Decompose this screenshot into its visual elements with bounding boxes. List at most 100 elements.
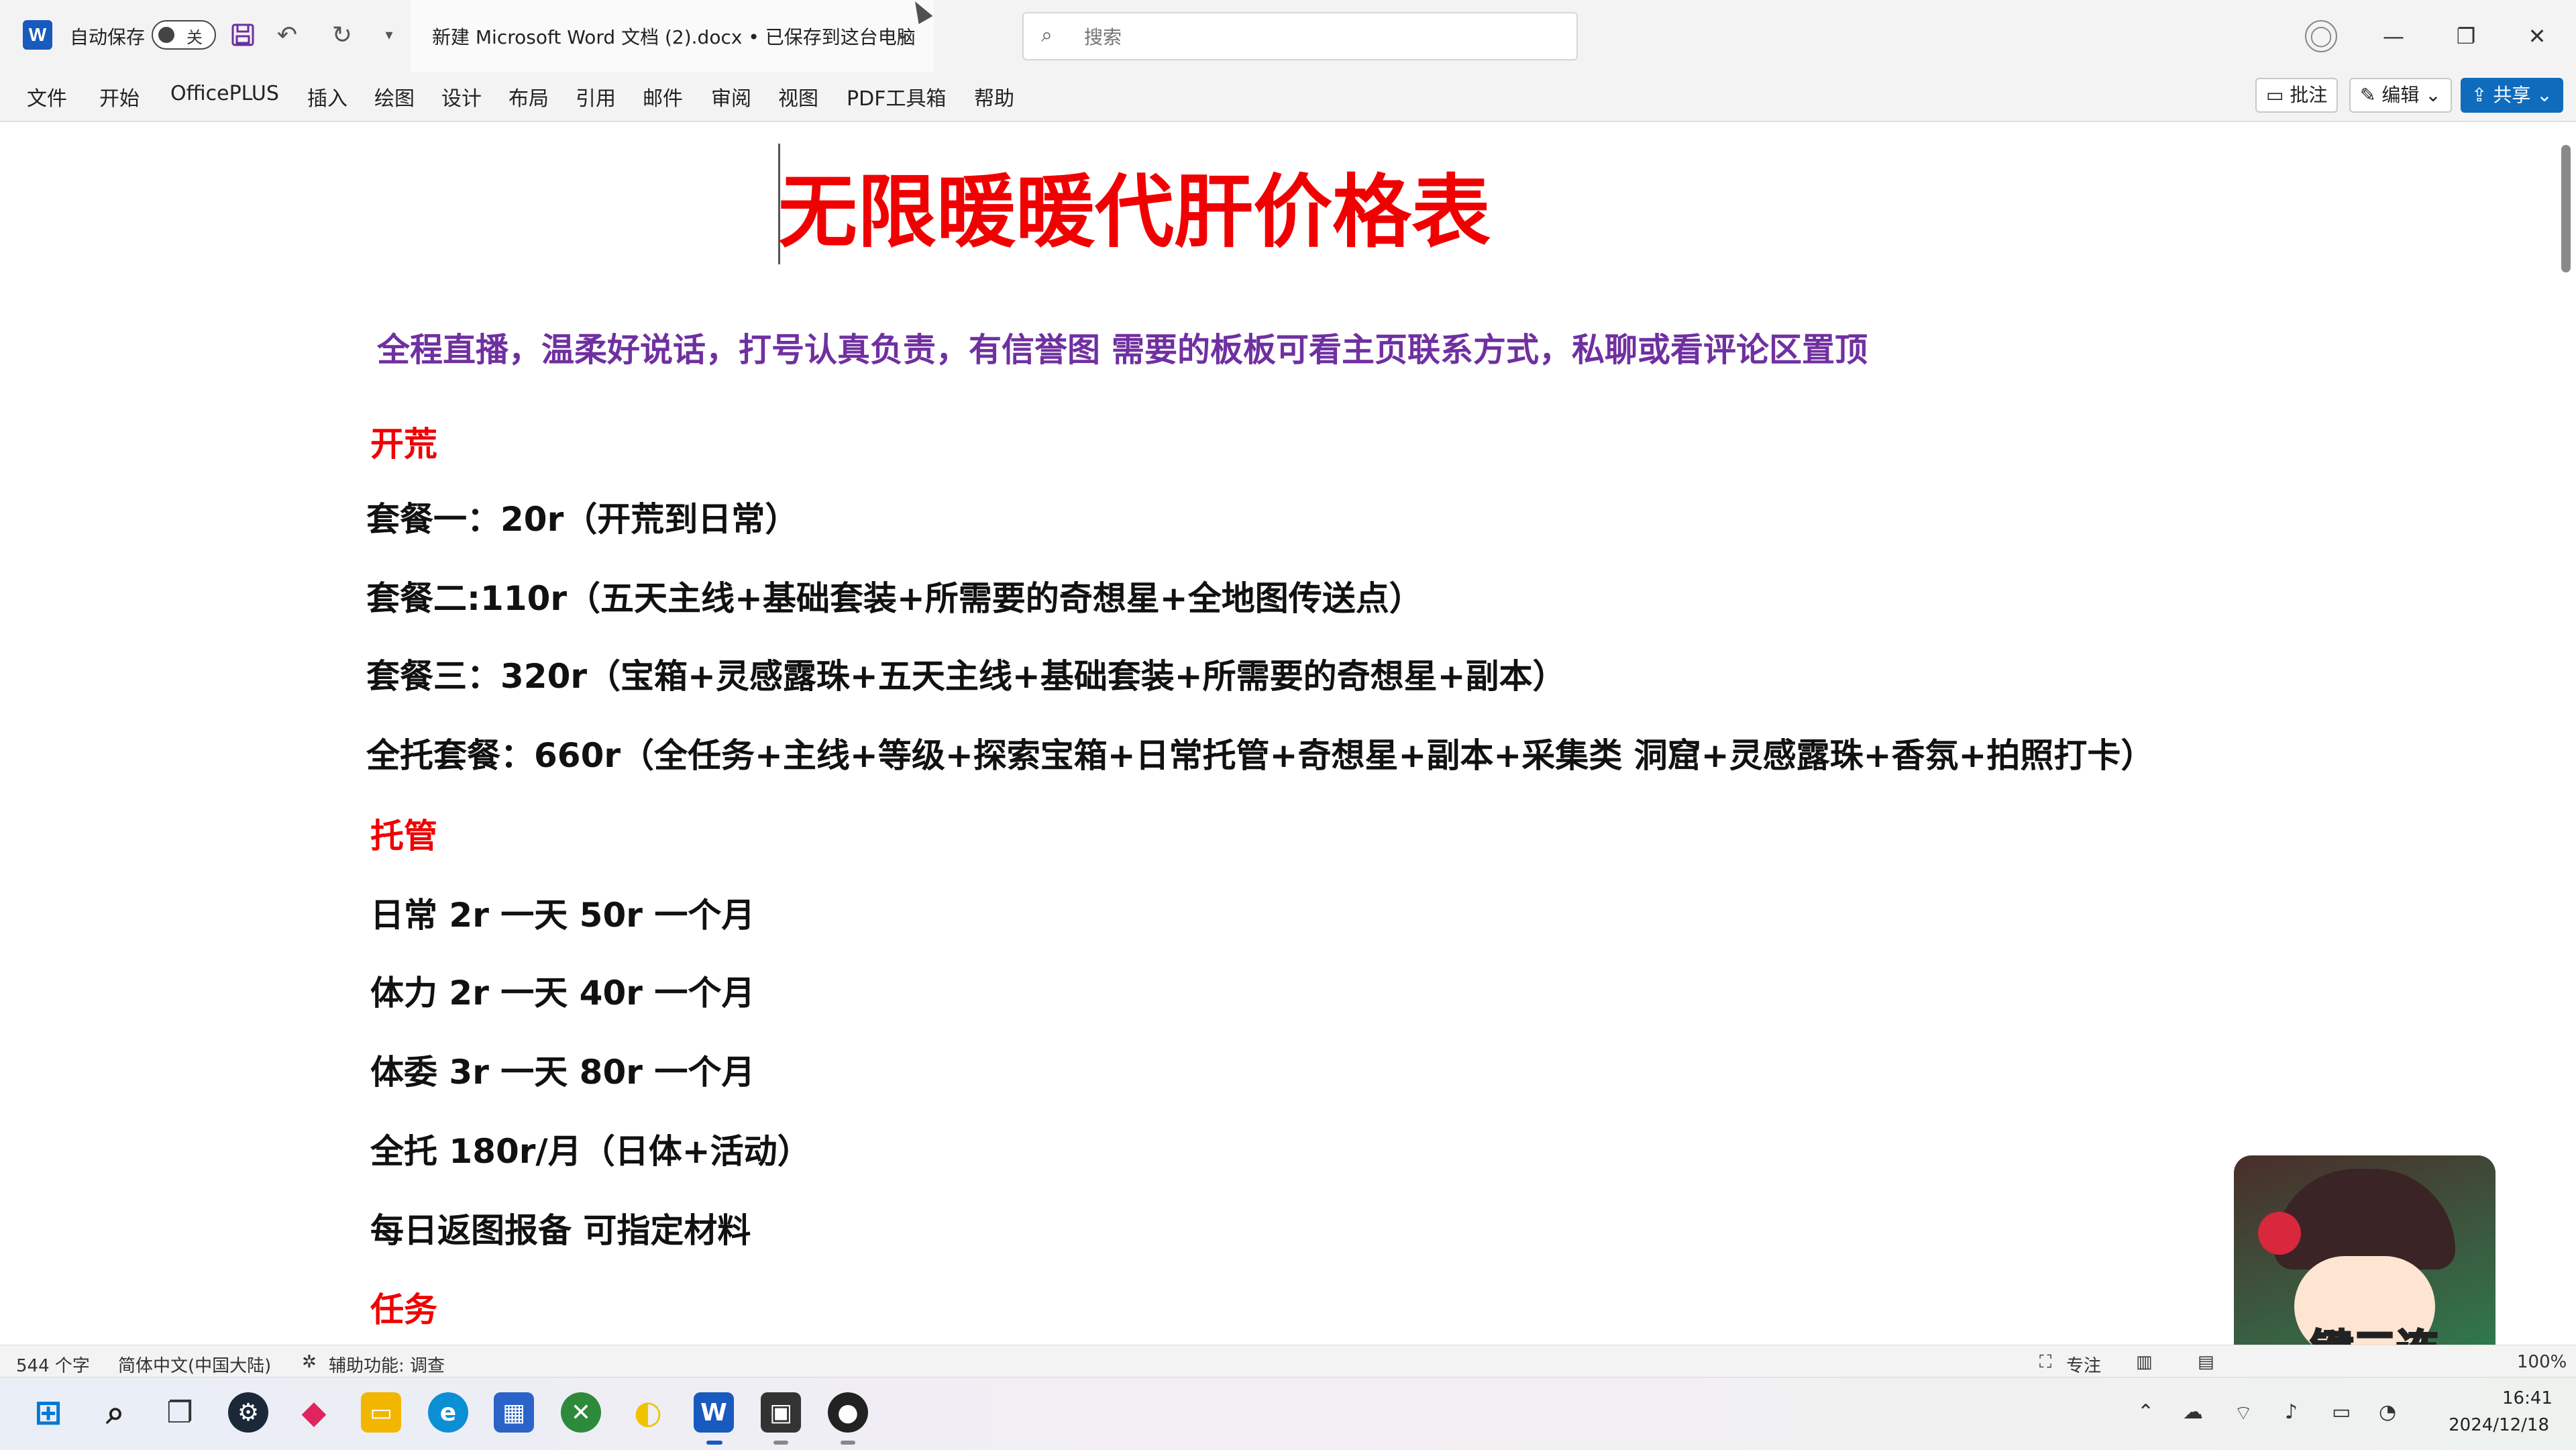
package-line: 套餐二:110r（五天主线+基础套装+所需要的奇想星+全地图传送点） [366, 579, 1423, 618]
language-indicator[interactable]: 简体中文(中国大陆) [118, 1352, 271, 1377]
word-count[interactable]: 544 个字 [16, 1352, 90, 1377]
package-line: 套餐一：20r（开荒到日常） [366, 500, 799, 539]
autosave-state: 关 [186, 28, 203, 47]
autosave-toggle[interactable]: 关 [152, 20, 216, 50]
comment-label: 批注 [2290, 84, 2328, 106]
clock-time[interactable]: 16:41 [2502, 1388, 2553, 1408]
ribbon-menu: 文件 开始 OfficePLUS 插入 绘图 设计 布局 引用 邮件 审阅 视图… [0, 72, 2576, 122]
microsoft-store-icon[interactable]: ▦ [494, 1392, 534, 1433]
active-indicator [706, 1441, 722, 1445]
taskbar: ⊞ ⌕ ❐ ⚙ ◆ ▭ e ▦ ✕ ◐ W ▣ ● ⌃ ☁ ⌔ ♪ ▭ ◔ 16… [0, 1377, 2576, 1450]
package-line: 套餐三：320r（宝箱+灵感露珠+五天主线+基础套装+所需要的奇想星+副本） [366, 657, 1566, 696]
network-icon[interactable]: ⌔ [2234, 1400, 2253, 1426]
document-title-tab[interactable]: 新建 Microsoft Word 文档 (2).docx • 已保存到这台电脑… [411, 0, 934, 72]
search-input[interactable] [1083, 24, 1555, 50]
menu-insert[interactable]: 插入 [307, 82, 347, 111]
onedrive-icon[interactable]: ☁ [2183, 1400, 2203, 1424]
clock-date[interactable]: 2024/12/18 [2449, 1415, 2549, 1435]
duck-app-icon[interactable]: ◐ [628, 1392, 668, 1433]
package-line: 全托套餐：660r（全任务+主线+等级+探索宝箱+日常托管+奇想星+副本+采集类… [366, 736, 2155, 775]
account-avatar-icon[interactable]: ◯ [2305, 20, 2337, 52]
search-box[interactable]: ⌕ [1022, 12, 1578, 60]
tray-overflow-icon[interactable]: ⌃ [2137, 1400, 2154, 1424]
comment-icon: ▭ [2266, 84, 2284, 106]
section-heading-tuoguan: 托管 [370, 817, 437, 856]
accessibility-icon[interactable]: ✲ [302, 1352, 317, 1372]
app-diamond-icon[interactable]: ◆ [294, 1392, 334, 1433]
capture-app-icon[interactable]: ▣ [761, 1392, 801, 1433]
chevron-down-icon[interactable]: ⌄ [895, 21, 910, 44]
hosting-line: 体力 2r 一天 40r 一个月 [370, 974, 755, 1013]
word-logo-icon: W [23, 20, 52, 50]
focus-label[interactable]: 专注 [2066, 1352, 2101, 1377]
document-subtitle: 全程直播，温柔好说话，打号认真负责，有信誉图 需要的板板可看主页联系方式，私聊或… [377, 331, 1868, 369]
document-title: 新建 Microsoft Word 文档 (2).docx • 已保存到这台电脑 [432, 26, 916, 48]
hat-shape [2274, 1169, 2455, 1270]
menu-design[interactable]: 设计 [441, 82, 482, 111]
task-view-icon[interactable]: ❐ [160, 1392, 200, 1433]
menu-layout[interactable]: 布局 [508, 82, 549, 111]
sticker-text: 一键三连 [2267, 1316, 2440, 1345]
streamer-avatar-sticker: 一键三连 [2234, 1155, 2496, 1345]
share-label: 共享 [2493, 84, 2531, 106]
battery-icon[interactable]: ▭ [2332, 1400, 2351, 1424]
file-explorer-icon[interactable]: ▭ [361, 1392, 401, 1433]
word-taskbar-icon[interactable]: W [694, 1392, 734, 1433]
running-indicator [841, 1441, 855, 1445]
toggle-knob [158, 27, 174, 43]
edit-button[interactable]: ✎ 编辑 ⌄ [2349, 78, 2452, 113]
focus-icon[interactable]: ⛶ [2039, 1352, 2051, 1373]
chevron-down-icon: ⌄ [2536, 84, 2553, 106]
read-mode-icon[interactable]: ▥ [2136, 1352, 2153, 1372]
obs-icon[interactable]: ● [828, 1392, 868, 1433]
section-heading-kaihuang: 开荒 [370, 425, 437, 464]
menu-pdf-tools[interactable]: PDF工具箱 [847, 82, 946, 111]
search-icon: ⌕ [1041, 23, 1053, 47]
zoom-level[interactable]: 100% [2517, 1352, 2567, 1372]
section-heading-renwu: 任务 [370, 1290, 437, 1329]
undo-icon[interactable]: ↶ [271, 19, 303, 51]
pencil-icon: ✎ [2360, 84, 2376, 106]
hosting-line: 全托 180r/月（日体+活动） [370, 1132, 811, 1171]
menu-officeplus[interactable]: OfficePLUS [170, 82, 279, 105]
edit-label: 编辑 [2381, 84, 2420, 106]
vertical-scrollbar[interactable] [2561, 145, 2571, 272]
menu-view[interactable]: 视图 [778, 82, 818, 111]
menu-draw[interactable]: 绘图 [374, 82, 415, 111]
title-bar: W 自动保存 关 ↶ ↻ ▾ 新建 Microsoft Word 文档 (2).… [0, 0, 2576, 72]
hosting-line: 日常 2r 一天 50r 一个月 [370, 896, 755, 935]
flower-shape [2258, 1212, 2301, 1255]
running-indicator [773, 1441, 788, 1445]
customize-qa-icon[interactable]: ▾ [373, 19, 405, 51]
autosave-label: 自动保存 [70, 26, 146, 48]
restore-icon[interactable]: ❐ [2446, 17, 2486, 55]
menu-mailings[interactable]: 邮件 [643, 82, 683, 111]
share-icon: ⇪ [2471, 84, 2487, 106]
menu-review[interactable]: 审阅 [711, 82, 751, 111]
search-icon[interactable]: ⌕ [95, 1392, 136, 1433]
chevron-down-icon: ⌄ [2425, 84, 2441, 106]
document-title-heading: 无限暖暖代肝价格表 [778, 166, 1491, 258]
redo-icon[interactable]: ↻ [326, 19, 358, 51]
hosting-line: 体委 3r 一天 80r 一个月 [370, 1053, 755, 1092]
status-bar: 544 个字 简体中文(中国大陆) ✲ 辅助功能: 调查 ⛶ 专注 ▥ ▤ 10… [0, 1345, 2576, 1378]
comment-button[interactable]: ▭ 批注 [2255, 78, 2339, 113]
share-button[interactable]: ⇪ 共享 ⌄ [2461, 78, 2563, 113]
menu-home[interactable]: 开始 [99, 82, 140, 111]
steam-icon[interactable]: ⚙ [228, 1392, 268, 1433]
minimize-icon[interactable]: — [2373, 17, 2414, 55]
hosting-line: 每日返图报备 可指定材料 [370, 1211, 751, 1250]
menu-help[interactable]: 帮助 [974, 82, 1014, 111]
windows-start-icon[interactable]: ⊞ [28, 1392, 68, 1433]
notification-icon[interactable]: ◔ [2379, 1400, 2396, 1424]
edge-browser-icon[interactable]: e [428, 1392, 468, 1433]
save-icon[interactable] [227, 19, 259, 51]
menu-references[interactable]: 引用 [576, 82, 616, 111]
print-layout-icon[interactable]: ▤ [2198, 1352, 2214, 1372]
accessibility-status[interactable]: 辅助功能: 调查 [329, 1352, 445, 1377]
close-icon[interactable]: ✕ [2517, 17, 2557, 55]
menu-file[interactable]: 文件 [27, 82, 67, 111]
xbox-icon[interactable]: ✕ [561, 1392, 601, 1433]
document-canvas[interactable]: 无限暖暖代肝价格表 全程直播，温柔好说话，打号认真负责，有信誉图 需要的板板可看… [0, 122, 2576, 1345]
volume-icon[interactable]: ♪ [2285, 1400, 2298, 1424]
